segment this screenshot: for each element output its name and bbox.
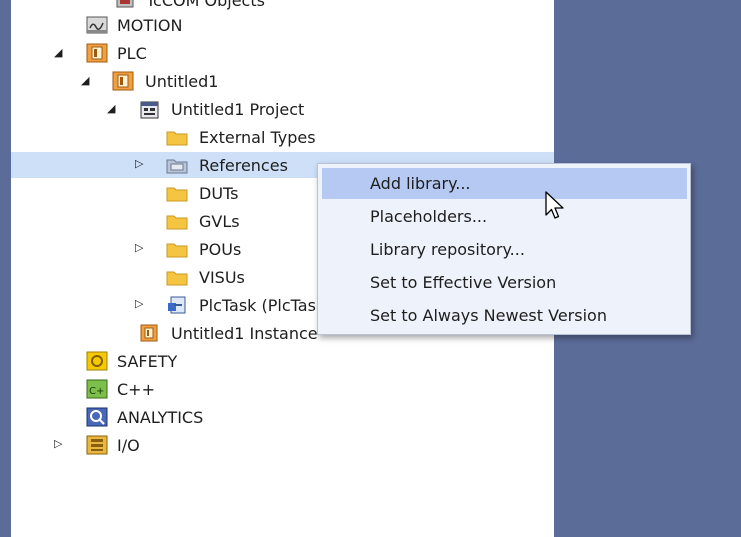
menu-item-label: Add library... — [370, 174, 471, 193]
tree-item-label: C++ — [117, 379, 155, 399]
tree-item-label: POUs — [199, 239, 242, 259]
menu-item-library-repository[interactable]: Library repository... — [322, 234, 687, 265]
menu-item-add-library[interactable]: Add library... — [322, 168, 687, 199]
tree-item-label: Untitled1 — [145, 71, 219, 91]
tree-item-label: SAFETY — [117, 351, 178, 371]
tree-item-label: PLC — [117, 43, 147, 63]
references-icon — [166, 155, 188, 175]
menu-item-set-always-newest-version[interactable]: Set to Always Newest Version — [322, 300, 687, 331]
expand-arrow-icon[interactable]: ▷ — [54, 437, 66, 451]
tree-item-analytics[interactable]: ANALYTICS — [11, 404, 554, 430]
tree-item-label: Untitled1 Project — [171, 99, 305, 119]
tree-item-label: TcCOM Objects — [146, 0, 265, 10]
tree-item-label: PlcTask (PlcTask — [199, 295, 326, 315]
tree-item-untitled1[interactable]: ◢ Untitled1 — [11, 68, 554, 94]
safety-icon — [86, 351, 108, 371]
tree-item-label: Untitled1 Instance — [171, 323, 318, 343]
menu-item-label: Placeholders... — [370, 207, 488, 226]
io-icon — [86, 435, 108, 455]
instance-icon — [138, 323, 160, 343]
menu-item-label: Library repository... — [370, 240, 525, 259]
folder-icon — [166, 211, 188, 231]
references-context-menu: Add library... Placeholders... Library r… — [317, 163, 691, 335]
expand-arrow-icon[interactable]: ▷ — [135, 241, 147, 255]
task-icon — [166, 295, 188, 315]
tree-item-label: DUTs — [199, 183, 239, 203]
plc-icon — [86, 43, 108, 63]
mouse-pointer-icon — [545, 191, 564, 219]
folder-icon — [166, 127, 188, 147]
analytics-icon — [86, 407, 108, 427]
tree-item-label: I/O — [117, 435, 140, 455]
folder-icon — [166, 183, 188, 203]
collapse-arrow-icon[interactable]: ◢ — [54, 46, 66, 60]
menu-item-label: Set to Always Newest Version — [370, 306, 607, 325]
tree-item-plc[interactable]: ◢ PLC — [11, 40, 554, 66]
menu-item-placeholders[interactable]: Placeholders... — [322, 201, 687, 232]
expand-arrow-icon[interactable]: ▷ — [135, 297, 147, 311]
tree-item-untitled1-project[interactable]: ◢ Untitled1 Project — [11, 96, 554, 122]
tree-item-label: ANALYTICS — [117, 407, 204, 427]
project-icon — [138, 99, 160, 119]
tree-item-label: MOTION — [117, 15, 183, 35]
cpp-icon: C+ — [86, 379, 108, 399]
plc-project-icon — [112, 71, 134, 91]
menu-item-set-effective-version[interactable]: Set to Effective Version — [322, 267, 687, 298]
tccom-icon — [114, 0, 136, 10]
tree-item-motion[interactable]: MOTION — [11, 12, 554, 38]
tree-item-label: VISUs — [199, 267, 245, 287]
expand-arrow-icon[interactable]: ▷ — [135, 157, 147, 171]
tree-item-cpp[interactable]: C+ C++ — [11, 376, 554, 402]
menu-item-label: Set to Effective Version — [370, 273, 557, 292]
collapse-arrow-icon[interactable]: ◢ — [81, 74, 93, 88]
collapse-arrow-icon[interactable]: ◢ — [107, 102, 119, 116]
tree-item-external-types[interactable]: External Types — [11, 124, 554, 150]
tree-item-io[interactable]: ▷ I/O — [11, 432, 554, 458]
tree-item-label: GVLs — [199, 211, 240, 231]
motion-icon — [86, 15, 108, 35]
folder-icon — [166, 267, 188, 287]
tree-item-safety[interactable]: SAFETY — [11, 348, 554, 374]
left-panel-edge — [0, 0, 11, 537]
folder-icon — [166, 239, 188, 259]
tree-item-label: External Types — [199, 127, 316, 147]
svg-text:C+: C+ — [89, 386, 104, 397]
tree-item-label: References — [199, 155, 288, 175]
